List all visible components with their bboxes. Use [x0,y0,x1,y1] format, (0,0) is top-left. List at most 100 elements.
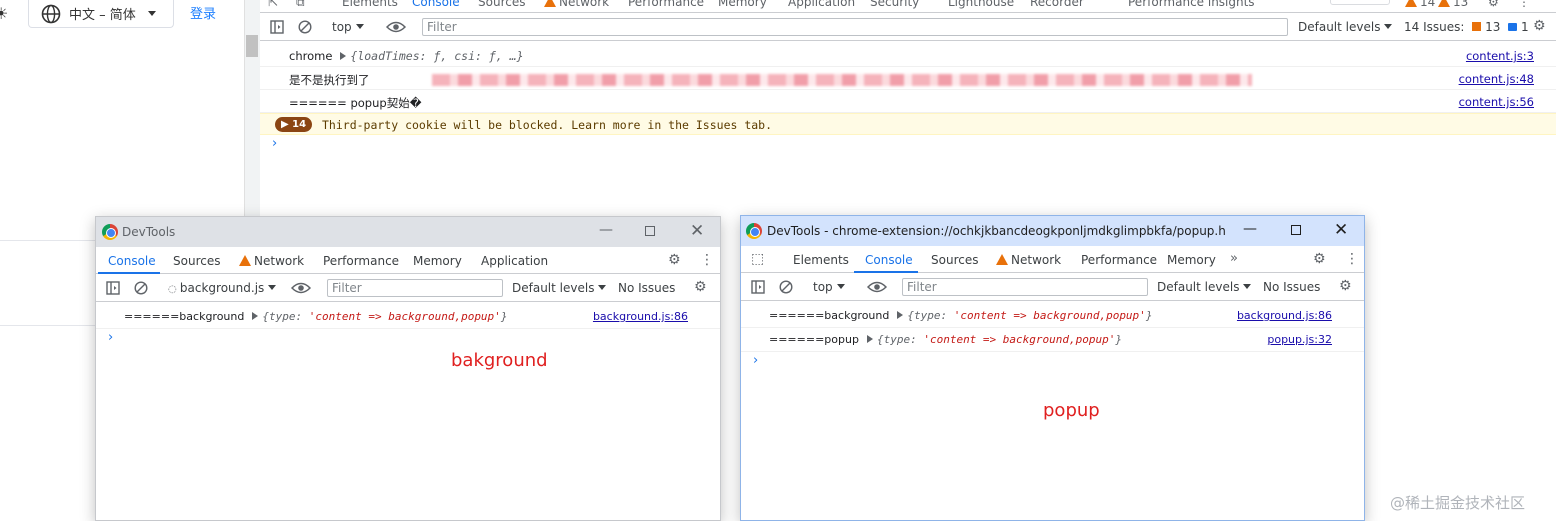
issues-counter[interactable]: No Issues [618,281,675,295]
console-prompt-icon[interactable]: › [108,330,113,345]
log-object[interactable]: {loadTimes: ƒ, csi: ƒ, …} [350,49,523,63]
tab-sources[interactable]: Sources [173,254,220,268]
inspect-icon[interactable]: ⬚ [751,251,764,267]
log-source-link[interactable]: content.js:3 [1466,49,1534,63]
tab-sources[interactable]: Sources [478,0,525,9]
clear-console-icon[interactable] [778,279,794,295]
context-selector[interactable]: top [813,280,845,294]
tab-application[interactable]: Application [481,254,548,268]
log-source-link[interactable]: background.js:86 [1237,309,1332,322]
minimize-icon[interactable]: — [599,222,613,238]
console-settings-gear-icon[interactable]: ⚙ [694,279,707,295]
log-object[interactable]: {type: 'content => background,popup'} [907,309,1152,322]
sidebar-toggle-icon[interactable] [105,280,121,296]
eye-icon[interactable] [867,279,887,295]
tab-recorder[interactable]: Recorder [1030,0,1084,9]
minimize-icon[interactable]: — [1243,221,1257,237]
log-levels-dropdown[interactable]: Default levels [512,281,607,295]
language-label: 中文 – 简体 [69,8,136,23]
tab-network[interactable]: Network [239,254,304,268]
sun-icon[interactable]: ☀ [0,4,8,23]
maximize-icon[interactable] [645,226,655,236]
close-icon[interactable]: ✕ [690,221,704,241]
gear-icon[interactable]: ⚙ [668,252,681,268]
console-settings-gear-icon[interactable]: ⚙ [1533,18,1546,34]
sidebar-toggle-icon[interactable] [269,19,285,35]
expand-arrow-icon[interactable] [866,335,873,343]
tab-performance[interactable]: Performance [323,254,399,268]
device-toolbar-icon[interactable]: ⧉ [296,0,305,10]
more-menu-icon[interactable]: ⋮ [700,252,714,268]
eye-icon[interactable] [386,19,406,35]
window-titlebar[interactable]: DevTools — ✕ [96,217,720,247]
issue-info-icon [1508,23,1518,31]
tab-elements[interactable]: Elements [793,253,849,267]
tab-sources[interactable]: Sources [931,253,978,267]
log-source-link[interactable]: popup.js:32 [1267,333,1332,346]
issues-counter[interactable]: 14 Issues: 13 1 [1404,20,1529,34]
console-toolbar: top Filter Default levels No Issues ⚙ [741,274,1364,301]
window-title: DevTools - chrome-extension://ochkjkbanc… [767,224,1227,238]
issue-badge[interactable]: ▶ 14 [275,117,313,132]
tab-security[interactable]: Security [870,0,919,9]
tab-network[interactable]: Network [544,0,609,9]
context-selector[interactable]: top [332,20,364,34]
clear-console-icon[interactable] [297,19,313,35]
console-settings-gear-icon[interactable]: ⚙ [1339,278,1352,294]
filter-input[interactable]: Filter [327,279,503,297]
log-object[interactable]: {type: 'content => background,popup'} [877,333,1122,346]
tab-performance-insights[interactable]: Performance insights [1128,0,1255,9]
tab-memory[interactable]: Memory [718,0,767,9]
warning-icon [544,0,556,7]
gear-icon[interactable]: ⚙ [1488,0,1499,9]
tab-console[interactable]: Console [108,254,156,268]
gear-icon[interactable]: ⚙ [1313,251,1326,267]
log-source-link[interactable]: background.js:86 [593,310,688,323]
expand-arrow-icon[interactable] [340,52,347,60]
close-icon[interactable]: ✕ [1334,220,1348,240]
tab-memory[interactable]: Memory [1167,253,1216,267]
sidebar-toggle-icon[interactable] [750,279,766,295]
console-prompt-icon[interactable]: › [272,136,277,151]
expand-arrow-icon[interactable] [252,312,259,320]
more-menu-icon[interactable]: ⋮ [1345,251,1359,267]
tab-network[interactable]: Network [996,253,1061,267]
log-object[interactable]: {type: 'content => background,popup'} [262,310,507,323]
tab-performance[interactable]: Performance [1081,253,1157,267]
filter-input[interactable]: Filter [902,278,1148,296]
tab-network-label: Network [559,0,610,9]
inspect-icon[interactable]: ⇱ [268,0,278,9]
chevron-down-icon [598,285,607,290]
eye-icon[interactable] [291,280,311,296]
window-titlebar[interactable]: DevTools - chrome-extension://ochkjkbanc… [741,216,1364,246]
log-text: ======background [124,310,245,323]
tab-lighthouse[interactable]: Lighthouse [948,0,1014,9]
log-source-link[interactable]: content.js:48 [1459,72,1534,86]
page-scrollbar-thumb[interactable] [246,35,258,57]
login-link[interactable]: 登录 [190,3,216,22]
log-levels-dropdown[interactable]: Default levels [1157,280,1252,294]
log-levels-dropdown[interactable]: Default levels [1298,20,1393,34]
tab-performance[interactable]: Performance [628,0,704,9]
language-selector[interactable]: 中文 – 简体 [28,0,174,28]
tab-console[interactable]: Console [412,0,460,9]
tab-memory[interactable]: Memory [413,254,462,268]
log-levels-label: Default levels [512,281,595,295]
issues-warning-count: 13 [1485,20,1501,34]
more-tabs-chevron-icon[interactable]: » [1230,251,1238,266]
more-menu-icon[interactable]: ⋮ [1518,0,1530,9]
tab-application[interactable]: Application [788,0,855,9]
clear-console-icon[interactable] [133,280,149,296]
maximize-icon[interactable] [1291,225,1301,235]
issues-counter[interactable]: No Issues [1263,280,1320,294]
context-selector[interactable]: ◌ background.js [168,281,277,295]
console-prompt-icon[interactable]: › [753,353,758,368]
filter-input[interactable]: Filter [422,18,1288,36]
expand-arrow-icon[interactable] [897,311,904,319]
error-chip[interactable] [1330,0,1390,5]
top-warning-count[interactable]: 14 [1405,0,1435,9]
tab-elements[interactable]: Elements [342,0,398,9]
log-source-link[interactable]: content.js:56 [1459,95,1534,109]
top-error-count[interactable]: 13 [1438,0,1468,9]
tab-console[interactable]: Console [865,253,913,267]
